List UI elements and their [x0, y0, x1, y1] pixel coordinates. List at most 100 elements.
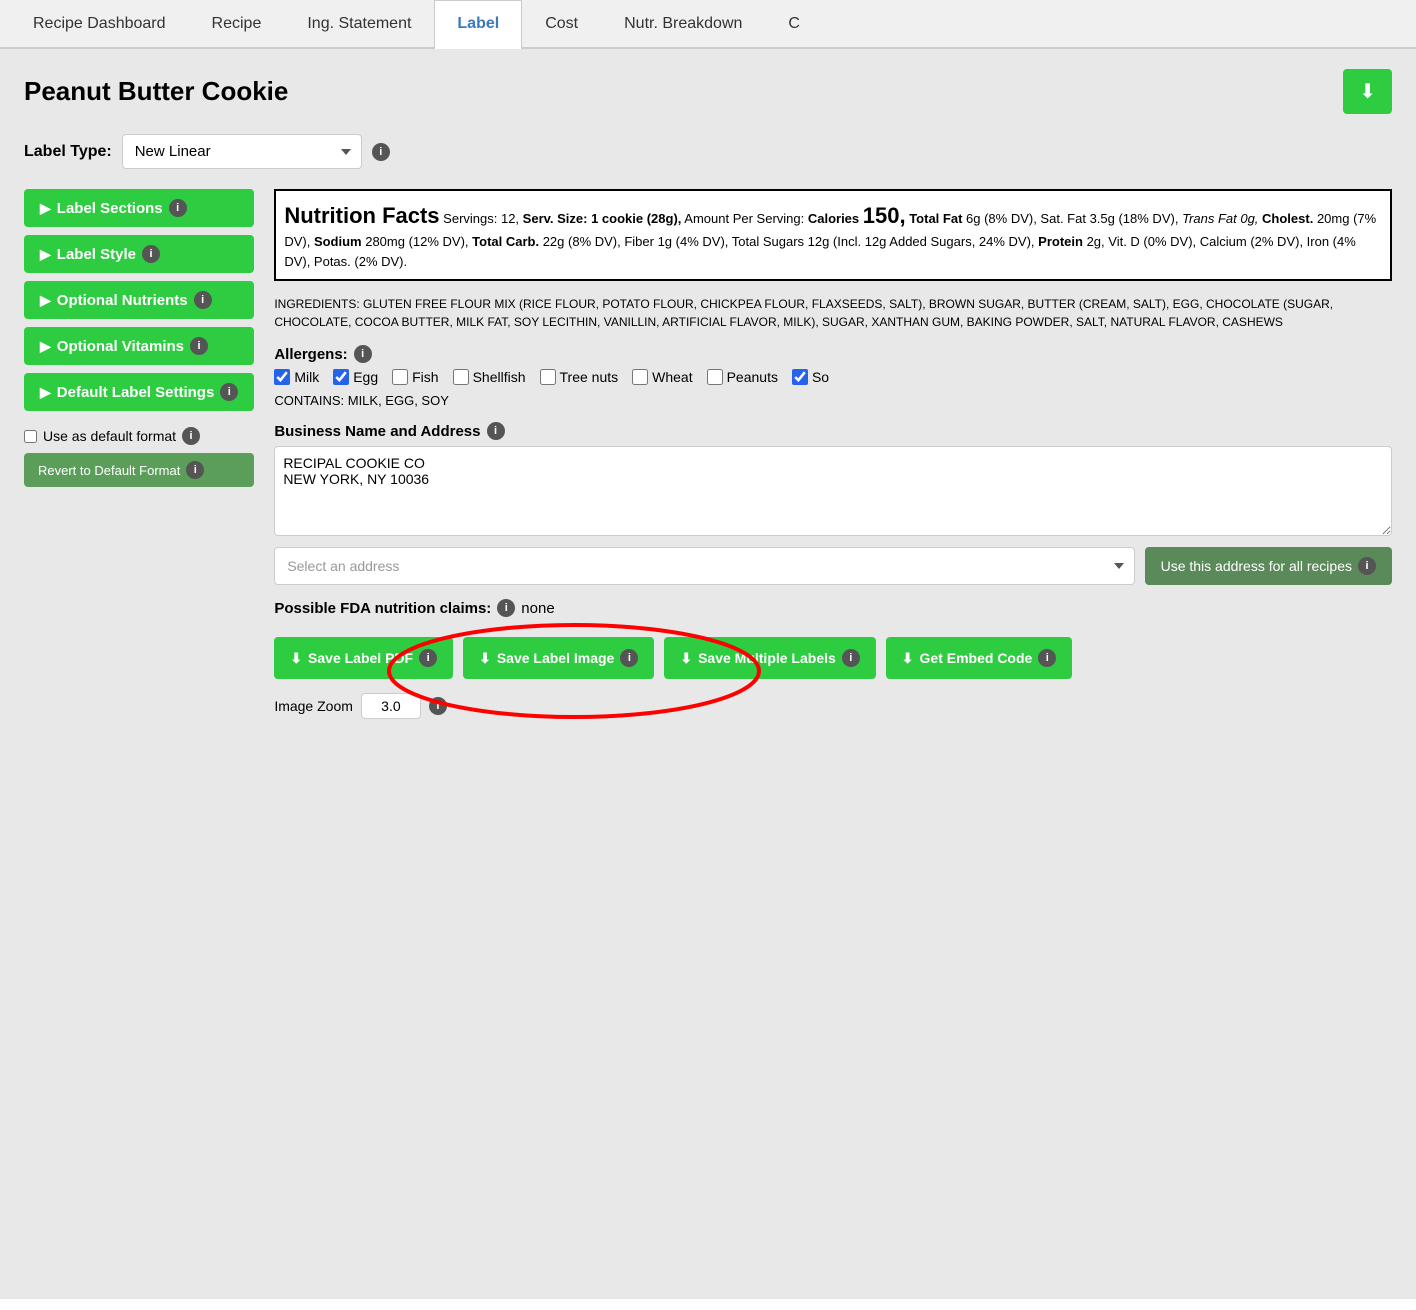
- label-sections-button[interactable]: ▶ Label Sections i: [24, 189, 254, 227]
- fda-claims: Possible FDA nutrition claims: i none: [274, 599, 1392, 617]
- fda-claims-value: none: [521, 600, 554, 617]
- allergen-fish: Fish: [392, 369, 438, 385]
- get-embed-code-button[interactable]: ⬇ Get Embed Code i: [886, 637, 1073, 679]
- fda-claims-info-icon[interactable]: i: [497, 599, 515, 617]
- allergen-peanuts-checkbox[interactable]: [707, 369, 723, 385]
- allergen-shellfish-label: Shellfish: [473, 369, 526, 385]
- default-label-settings-info-icon[interactable]: i: [220, 383, 238, 401]
- label-type-info-icon[interactable]: i: [372, 143, 390, 161]
- save-image-info-icon[interactable]: i: [620, 649, 638, 667]
- tab-recipe[interactable]: Recipe: [189, 0, 285, 47]
- allergens-title: Allergens: i: [274, 345, 1392, 363]
- save-multiple-info-icon[interactable]: i: [842, 649, 860, 667]
- main-content: Peanut Butter Cookie ⬇ Label Type: New L…: [0, 49, 1416, 1299]
- use-address-button[interactable]: Use this address for all recipes i: [1145, 547, 1392, 585]
- save-image-label: Save Label Image: [497, 650, 615, 666]
- optional-nutrients-label: Optional Nutrients: [57, 292, 188, 309]
- top-navigation: Recipe Dashboard Recipe Ing. Statement L…: [0, 0, 1416, 49]
- image-zoom-input[interactable]: 3.0: [361, 693, 421, 719]
- allergen-milk: Milk: [274, 369, 319, 385]
- bna-info-icon[interactable]: i: [487, 422, 505, 440]
- revert-btn-label: Revert to Default Format: [38, 463, 180, 478]
- allergen-shellfish-checkbox[interactable]: [453, 369, 469, 385]
- allergen-tree-nuts-label: Tree nuts: [560, 369, 619, 385]
- allergen-egg-label: Egg: [353, 369, 378, 385]
- ingredients-text: INGREDIENTS: GLUTEN FREE FLOUR MIX (RICE…: [274, 295, 1392, 331]
- default-label-settings-button[interactable]: ▶ Default Label Settings i: [24, 373, 254, 411]
- recipe-title-row: Peanut Butter Cookie ⬇: [24, 69, 1392, 114]
- image-zoom-info-icon[interactable]: i: [429, 697, 447, 715]
- allergens-info-icon[interactable]: i: [354, 345, 372, 363]
- bottom-buttons: ⬇ Save Label PDF i ⬇ Save Label Image i …: [274, 637, 1392, 679]
- allergen-egg: Egg: [333, 369, 378, 385]
- allergen-milk-label: Milk: [294, 369, 319, 385]
- arrow-icon: ▶: [40, 200, 51, 217]
- address-select[interactable]: Select an address: [274, 547, 1134, 585]
- allergen-egg-checkbox[interactable]: [333, 369, 349, 385]
- address-row: Select an address Use this address for a…: [274, 547, 1392, 585]
- allergen-tree-nuts-checkbox[interactable]: [540, 369, 556, 385]
- bna-title: Business Name and Address i: [274, 422, 1392, 440]
- save-label-pdf-button[interactable]: ⬇ Save Label PDF i: [274, 637, 453, 679]
- arrow-icon-2: ▶: [40, 246, 51, 263]
- get-embed-info-icon[interactable]: i: [1038, 649, 1056, 667]
- label-sections-info-icon[interactable]: i: [169, 199, 187, 217]
- revert-info-icon[interactable]: i: [186, 461, 204, 479]
- label-style-info-icon[interactable]: i: [142, 245, 160, 263]
- save-pdf-label: Save Label PDF: [308, 650, 413, 666]
- allergen-fish-checkbox[interactable]: [392, 369, 408, 385]
- optional-vitamins-button[interactable]: ▶ Optional Vitamins i: [24, 327, 254, 365]
- allergen-milk-checkbox[interactable]: [274, 369, 290, 385]
- default-format-row: Use as default format i: [24, 427, 254, 445]
- allergen-so-label: So: [812, 369, 829, 385]
- left-sidebar: ▶ Label Sections i ▶ Label Style i ▶ Opt…: [24, 189, 254, 487]
- use-address-info-icon[interactable]: i: [1358, 557, 1376, 575]
- image-zoom-row: Image Zoom 3.0 i: [274, 693, 1392, 719]
- allergen-wheat-label: Wheat: [652, 369, 692, 385]
- allergen-peanuts-label: Peanuts: [727, 369, 778, 385]
- bna-textarea[interactable]: RECIPAL COOKIE CO NEW YORK, NY 10036: [274, 446, 1392, 536]
- arrow-icon-4: ▶: [40, 338, 51, 355]
- tab-cost[interactable]: Cost: [522, 0, 601, 47]
- get-embed-icon: ⬇: [902, 650, 914, 667]
- revert-to-default-button[interactable]: Revert to Default Format i: [24, 453, 254, 487]
- allergen-tree-nuts: Tree nuts: [540, 369, 619, 385]
- label-style-button[interactable]: ▶ Label Style i: [24, 235, 254, 273]
- tab-nutr-breakdown[interactable]: Nutr. Breakdown: [601, 0, 765, 47]
- optional-nutrients-info-icon[interactable]: i: [194, 291, 212, 309]
- optional-vitamins-info-icon[interactable]: i: [190, 337, 208, 355]
- allergen-so: So: [792, 369, 829, 385]
- save-multiple-icon: ⬇: [680, 650, 692, 667]
- right-content: Nutrition Facts Servings: 12, Serv. Size…: [274, 189, 1392, 719]
- contains-text: CONTAINS: MILK, EGG, SOY: [274, 393, 1392, 408]
- default-label-settings-label: Default Label Settings: [57, 384, 215, 401]
- label-style-label: Label Style: [57, 246, 136, 263]
- tab-extra[interactable]: C: [765, 0, 823, 47]
- download-button-top[interactable]: ⬇: [1343, 69, 1392, 114]
- label-type-label: Label Type:: [24, 143, 112, 161]
- allergen-wheat-checkbox[interactable]: [632, 369, 648, 385]
- label-type-select[interactable]: New Linear Classic Tabular Linear Simpli…: [122, 134, 362, 169]
- image-zoom-label: Image Zoom: [274, 698, 353, 714]
- default-format-label[interactable]: Use as default format: [43, 428, 176, 444]
- save-pdf-info-icon[interactable]: i: [419, 649, 437, 667]
- tab-label[interactable]: Label: [434, 0, 522, 49]
- allergen-fish-label: Fish: [412, 369, 438, 385]
- tab-recipe-dashboard[interactable]: Recipe Dashboard: [10, 0, 189, 47]
- optional-vitamins-label: Optional Vitamins: [57, 338, 184, 355]
- optional-nutrients-button[interactable]: ▶ Optional Nutrients i: [24, 281, 254, 319]
- save-label-image-button[interactable]: ⬇ Save Label Image i: [463, 637, 654, 679]
- get-embed-label: Get Embed Code: [920, 650, 1033, 666]
- arrow-icon-5: ▶: [40, 384, 51, 401]
- allergen-so-checkbox[interactable]: [792, 369, 808, 385]
- use-address-label: Use this address for all recipes: [1161, 558, 1352, 574]
- default-format-info-icon[interactable]: i: [182, 427, 200, 445]
- fda-claims-label: Possible FDA nutrition claims:: [274, 600, 491, 617]
- default-format-checkbox[interactable]: [24, 430, 37, 443]
- nf-servings: Servings: 12, Serv. Size: 1 cookie (28g)…: [284, 211, 1376, 269]
- save-multiple-labels-button[interactable]: ⬇ Save Multiple Labels i: [664, 637, 875, 679]
- nf-title: Nutrition Facts: [284, 203, 439, 228]
- save-image-icon: ⬇: [479, 650, 491, 667]
- tab-ing-statement[interactable]: Ing. Statement: [284, 0, 434, 47]
- allergen-peanuts: Peanuts: [707, 369, 778, 385]
